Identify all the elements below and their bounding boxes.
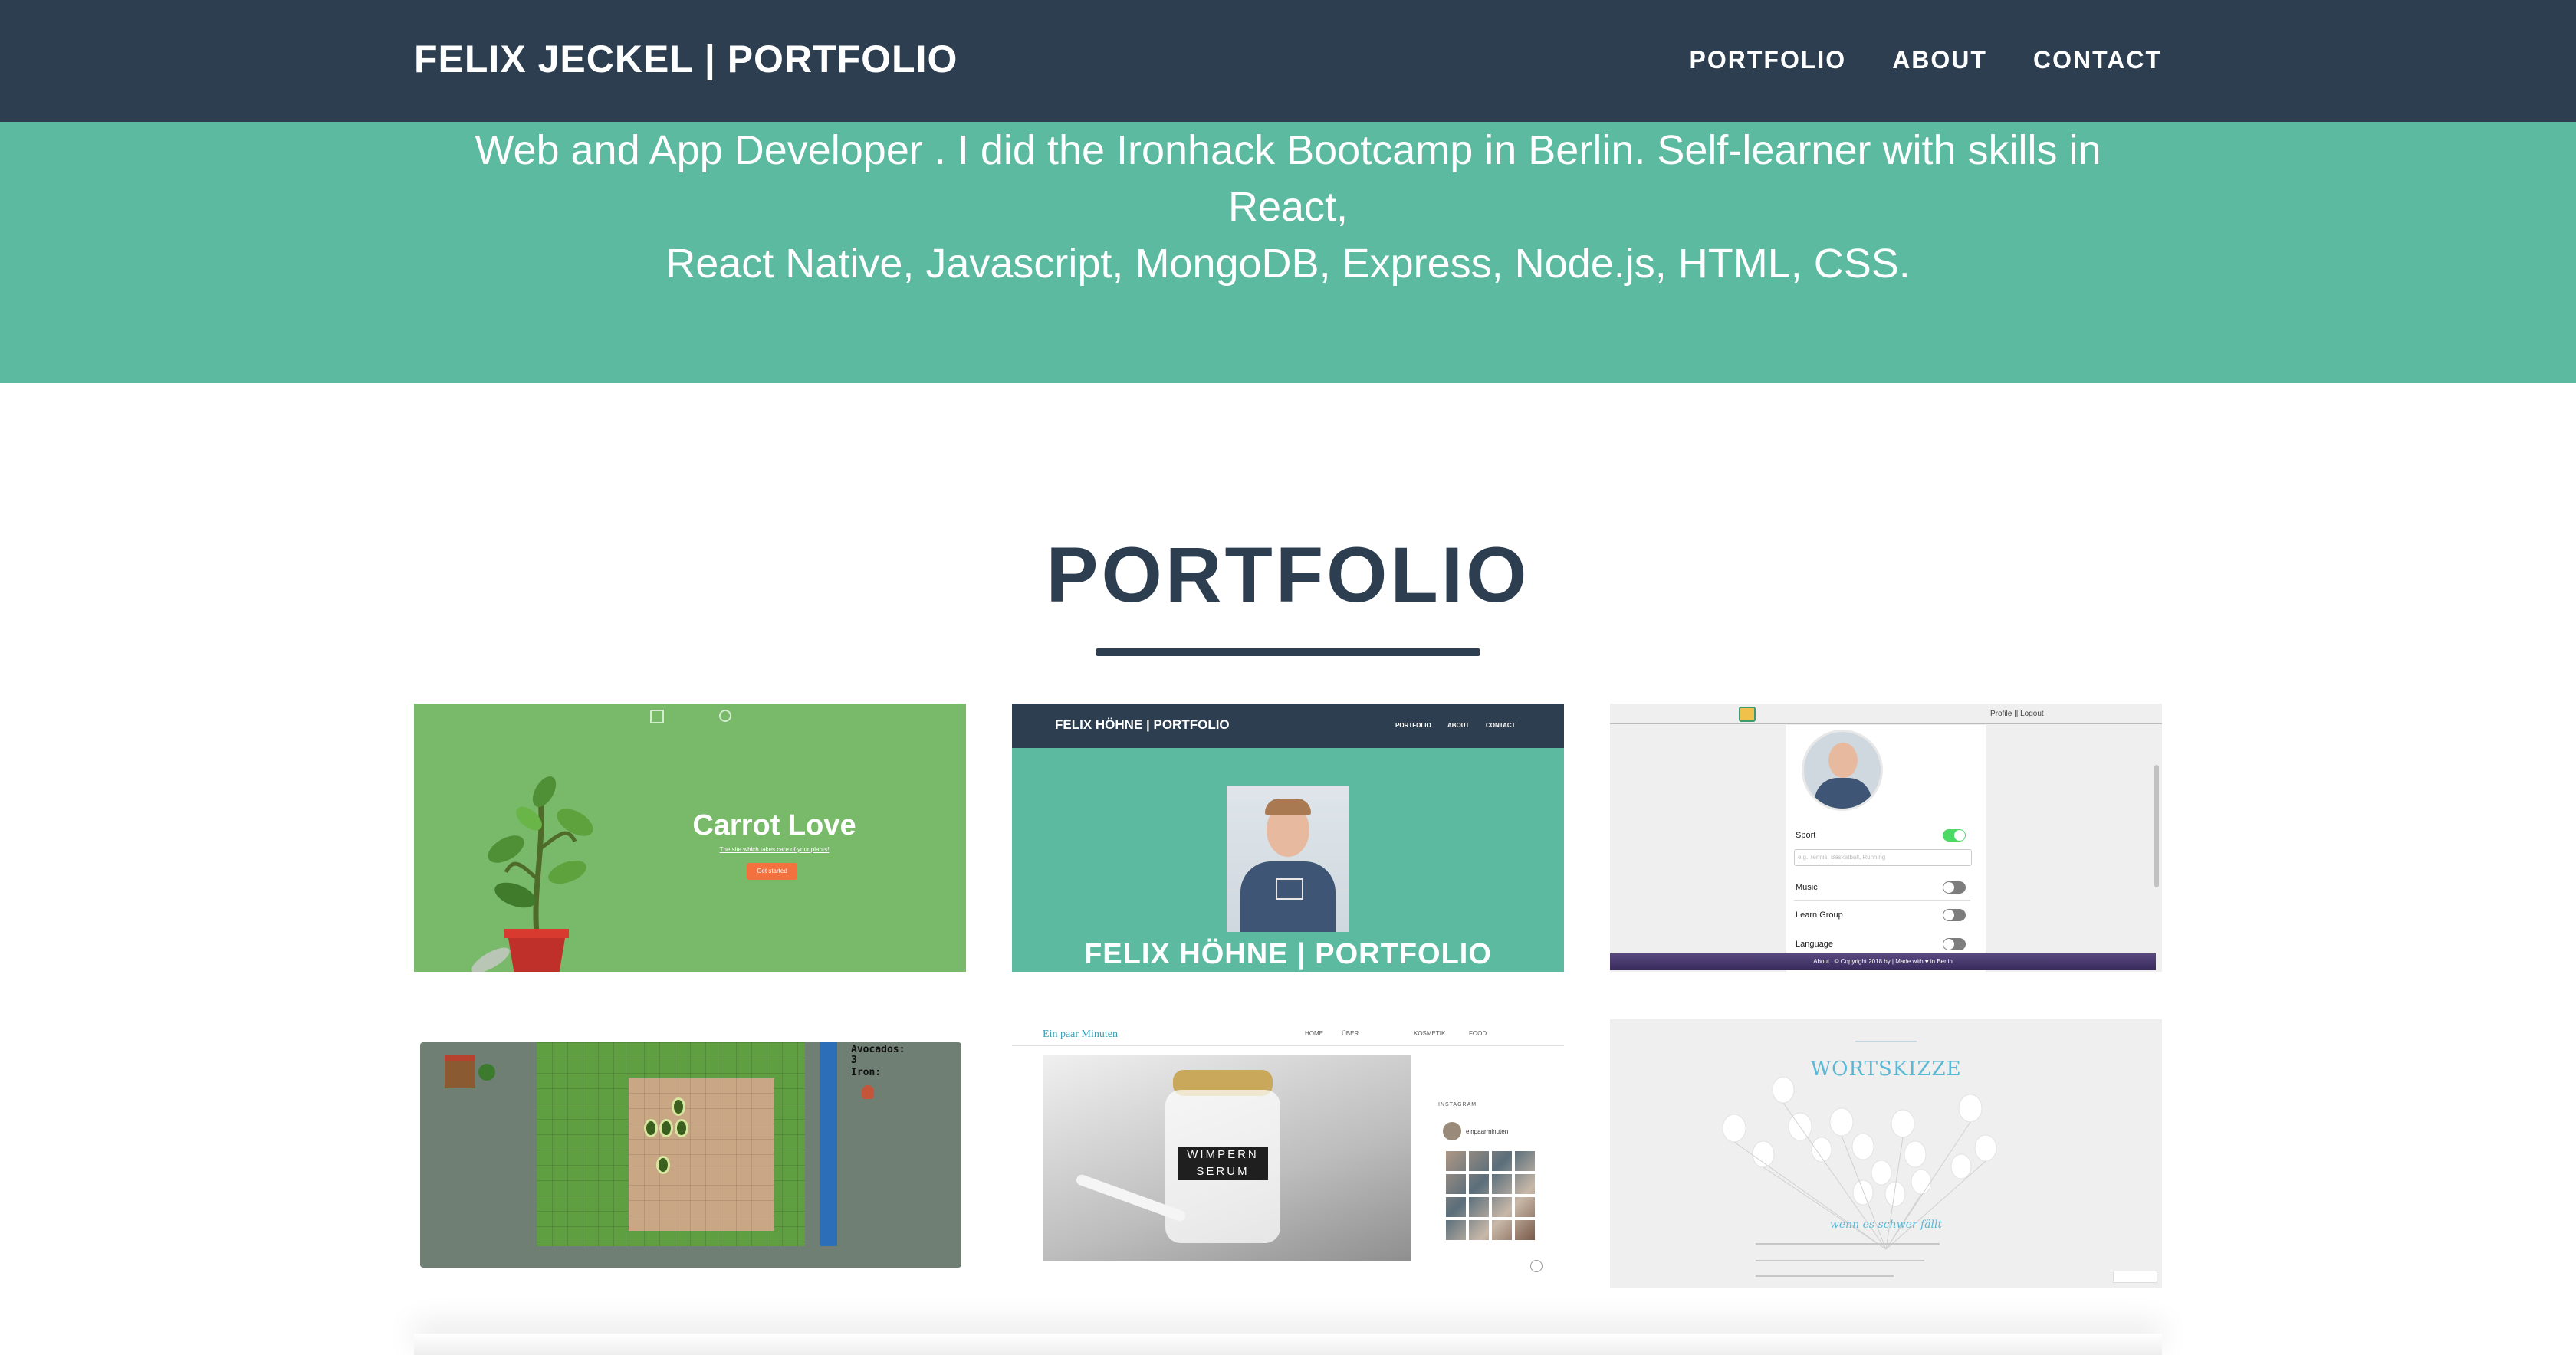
instagram-heading: INSTAGRAM [1438, 1102, 1477, 1107]
mini-nav-about: ABOUT [1447, 722, 1470, 729]
home-icon [650, 710, 664, 723]
navbar: FELIX JECKEL | PORTFOLIO PORTFOLIO ABOUT… [0, 0, 2576, 122]
hud-iron-label: Iron: [851, 1067, 882, 1078]
wortskizze-caption: wenn es schwer fällt [1829, 1219, 1943, 1231]
blog-nav-cosmetics: KOSMETIK [1414, 1030, 1446, 1037]
brand-link[interactable]: FELIX JECKEL | PORTFOLIO [414, 37, 958, 81]
toggle-label-learn-group: Learn Group [1796, 910, 1843, 920]
hud-avocados-count: 3 [851, 1055, 857, 1066]
balloons-illustration [1722, 1076, 1997, 1250]
mini-nav-portfolio: PORTFOLIO [1395, 722, 1431, 729]
toggle-label-language: Language [1796, 940, 1833, 949]
portfolio-item-avocado-game[interactable]: Avocados: 3 Iron: [414, 1019, 966, 1288]
blog-nav-about: ÜBER [1342, 1030, 1359, 1037]
profile-photo [1227, 786, 1349, 932]
carrot-love-subtitle: The site which takes care of your plants… [719, 846, 830, 853]
wortskizze-badge[interactable] [2113, 1271, 2157, 1283]
blog-scroll-button[interactable] [1530, 1260, 1543, 1272]
toggle-music[interactable] [1943, 881, 1966, 894]
masthead-line-2: React Native, Javascript, MongoDB, Expre… [665, 241, 1911, 287]
wortskizze-text-line [1756, 1275, 1894, 1277]
nav-contact-link[interactable]: CONTACT [2033, 46, 2162, 74]
avocado-icon [659, 1119, 673, 1137]
next-section-edge [414, 1334, 2162, 1355]
portfolio-item-profile-app[interactable]: Profile || Logout Sport e.g. Tennis, Bas… [1610, 704, 2162, 972]
nav-links: PORTFOLIO ABOUT CONTACT [1690, 46, 2162, 74]
app-avatar [1802, 730, 1883, 811]
nav-about-link[interactable]: ABOUT [1892, 46, 1987, 74]
blog-hero-photo: WIMPERN SERUM [1043, 1055, 1411, 1261]
app-row-divider [1794, 900, 1970, 901]
insta-avatar [1443, 1122, 1461, 1140]
player-icon [862, 1085, 874, 1099]
toggle-label-music: Music [1796, 883, 1818, 892]
app-scrollbar[interactable] [2154, 765, 2159, 887]
jar-label: WIMPERN SERUM [1178, 1147, 1268, 1180]
game-water [820, 1042, 837, 1246]
portfolio-item-wortskizze[interactable]: WORTSKIZZE wenn es schwer fällt [1610, 1019, 2162, 1288]
wortskizze-text-line [1756, 1243, 1940, 1245]
insta-username: einpaarminuten [1466, 1128, 1509, 1135]
carrot-love-heading: Carrot Love [692, 809, 856, 842]
masthead-line-1: Web and App Developer . I did the Ironha… [475, 127, 2101, 230]
blog-title: Ein paar Minuten [1043, 1029, 1118, 1040]
insta-grid [1443, 1148, 1535, 1240]
blog-nav-food: FOOD [1469, 1030, 1487, 1037]
toggle-learn-group[interactable] [1943, 909, 1966, 921]
game-house-icon [445, 1055, 475, 1088]
sport-input[interactable]: e.g. Tennis, Basketball, Running [1794, 849, 1972, 866]
wortskizze-text-line [1756, 1260, 1924, 1261]
game-soil-field [629, 1078, 774, 1231]
avocado-icon [656, 1156, 670, 1174]
toggle-sport[interactable] [1943, 829, 1966, 842]
masthead-description: Web and App Developer . I did the Ironha… [429, 122, 2147, 292]
mini-nav-contact: CONTACT [1486, 722, 1516, 729]
get-started-button[interactable]: Get started [747, 863, 797, 880]
avocado-icon [672, 1097, 685, 1116]
avocado-icon [644, 1119, 658, 1137]
hud-avocados-label: Avocados: [851, 1044, 905, 1055]
toggle-label-sport: Sport [1796, 831, 1816, 840]
toggle-language[interactable] [1943, 938, 1966, 950]
app-logo-icon [1739, 707, 1756, 722]
masthead: Web and App Developer . I did the Ironha… [0, 122, 2576, 383]
plant-icon [472, 776, 593, 972]
nav-portfolio-link[interactable]: PORTFOLIO [1690, 46, 1847, 74]
portfolio-title: PORTFOLIO [1046, 531, 1530, 618]
app-header-line [1610, 723, 2162, 724]
portfolio-divider [1096, 648, 1480, 656]
blog-nav-home: HOME [1305, 1030, 1323, 1037]
mini-brand: FELIX HÖHNE | PORTFOLIO [1055, 717, 1230, 732]
portfolio-item-blog[interactable]: Ein paar Minuten HOME ÜBER KOSMETIK FOOD… [1012, 1019, 1564, 1288]
portfolio-item-felix-hoehne[interactable]: FELIX HÖHNE | PORTFOLIO PORTFOLIO ABOUT … [1012, 704, 1564, 972]
app-header-links: Profile || Logout [1990, 710, 2044, 718]
portfolio-item-carrot-love[interactable]: Carrot Love The site which takes care of… [414, 704, 966, 972]
mini-footer-title: FELIX HÖHNE | PORTFOLIO [1084, 938, 1492, 970]
app-footer: About | © Copyright 2018 by | Made with … [1610, 953, 2156, 970]
settings-icon [719, 710, 731, 722]
game-tree-icon [478, 1064, 495, 1081]
avocado-icon [675, 1119, 688, 1137]
blog-header-line [1012, 1045, 1564, 1046]
